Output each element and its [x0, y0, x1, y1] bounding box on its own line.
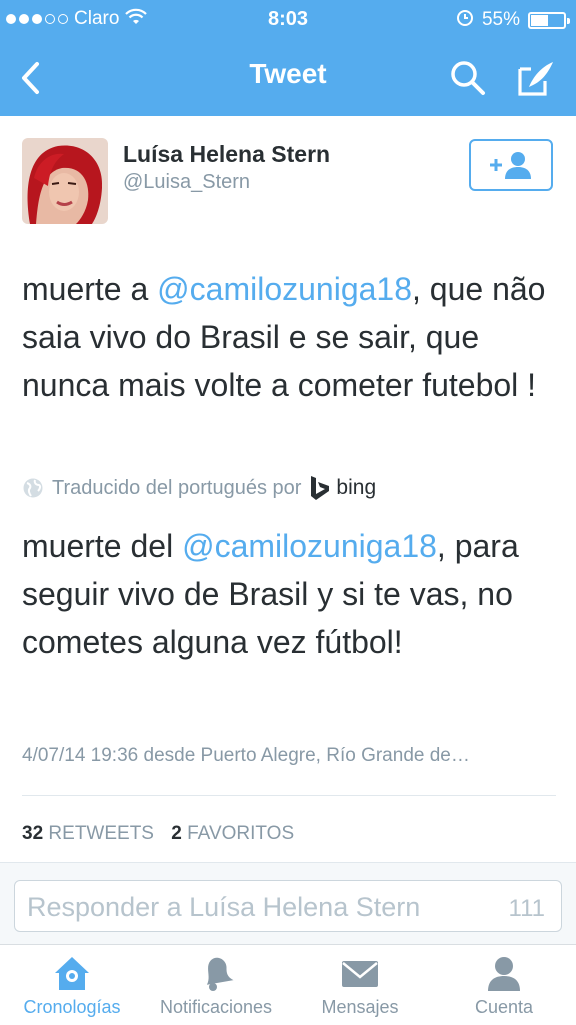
avatar[interactable]: [22, 138, 108, 224]
compose-button[interactable]: [514, 56, 558, 100]
divider: [22, 795, 556, 796]
search-icon: [451, 61, 485, 95]
retweets-label: RETWEETS: [48, 823, 154, 844]
translated-text: muerte del @camilozuniga18, para seguir …: [22, 522, 556, 666]
bing-label: bing: [336, 476, 377, 499]
translated-text-part: muerte del: [22, 528, 183, 564]
follow-button[interactable]: [469, 139, 553, 191]
battery-icon: [528, 11, 570, 29]
person-icon: [488, 957, 520, 991]
translated-mention-link[interactable]: @camilozuniga18: [182, 528, 437, 564]
tweet-text: muerte a @camilozuniga18, que não saia v…: [22, 265, 556, 409]
retweets-count: 32: [22, 823, 44, 844]
tab-cuenta[interactable]: Cuenta: [432, 945, 576, 1025]
author-name[interactable]: Luísa Helena Stern: [123, 141, 330, 168]
tab-label: Cronologías: [23, 997, 121, 1017]
translation-attribution[interactable]: Traducido del portugués por bing: [22, 473, 556, 503]
battery-percent: 55%: [481, 9, 520, 30]
tweet-stats: 32 RETWEETS 2 FAVORITOS: [22, 823, 294, 845]
tweet-timestamp-location[interactable]: 4/07/14 19:36 desde Puerto Alegre, Río G…: [22, 745, 556, 767]
nav-bar: Tweet: [0, 38, 576, 116]
bing-logo: bing: [309, 475, 376, 501]
add-user-icon: [490, 152, 531, 179]
bing-icon: [311, 476, 330, 500]
reply-placeholder: Responder a Luísa Helena Stern: [27, 892, 421, 922]
compose-icon: [518, 62, 553, 96]
home-icon: [55, 957, 89, 990]
reply-bar: Responder a Luísa Helena Stern 111: [0, 862, 576, 944]
tab-mensajes[interactable]: Mensajes: [288, 945, 432, 1025]
bell-icon: [206, 957, 234, 991]
tab-label: Notificaciones: [159, 997, 273, 1017]
tweet-header: Luísa Helena Stern @Luisa_Stern: [22, 138, 556, 228]
mention-link[interactable]: @camilozuniga18: [157, 271, 412, 307]
status-bar: Claro 8:03 55%: [0, 0, 576, 38]
favorites-stat[interactable]: 2 FAVORITOS: [171, 823, 294, 844]
tab-cronologias[interactable]: Cronologías: [0, 945, 144, 1025]
favorites-label: FAVORITOS: [187, 823, 295, 844]
tab-label: Mensajes: [321, 997, 399, 1017]
tweet-text-part: muerte a: [22, 271, 158, 307]
tab-label: Cuenta: [474, 997, 534, 1017]
globe-icon: [23, 478, 43, 498]
favorites-count: 2: [171, 823, 182, 844]
reply-input[interactable]: Responder a Luísa Helena Stern 111: [14, 880, 562, 932]
retweets-stat[interactable]: 32 RETWEETS: [22, 823, 154, 844]
alarm-icon: [456, 8, 474, 32]
translation-label: Traducido del portugués por: [52, 476, 302, 499]
tab-notificaciones[interactable]: Notificaciones: [144, 945, 288, 1025]
character-count: 111: [508, 895, 545, 922]
author-handle[interactable]: @Luisa_Stern: [123, 171, 250, 194]
tab-bar: Cronologías Notificaciones Mensajes Cuen…: [0, 944, 576, 1024]
search-button[interactable]: [446, 56, 490, 100]
envelope-icon: [342, 961, 378, 987]
